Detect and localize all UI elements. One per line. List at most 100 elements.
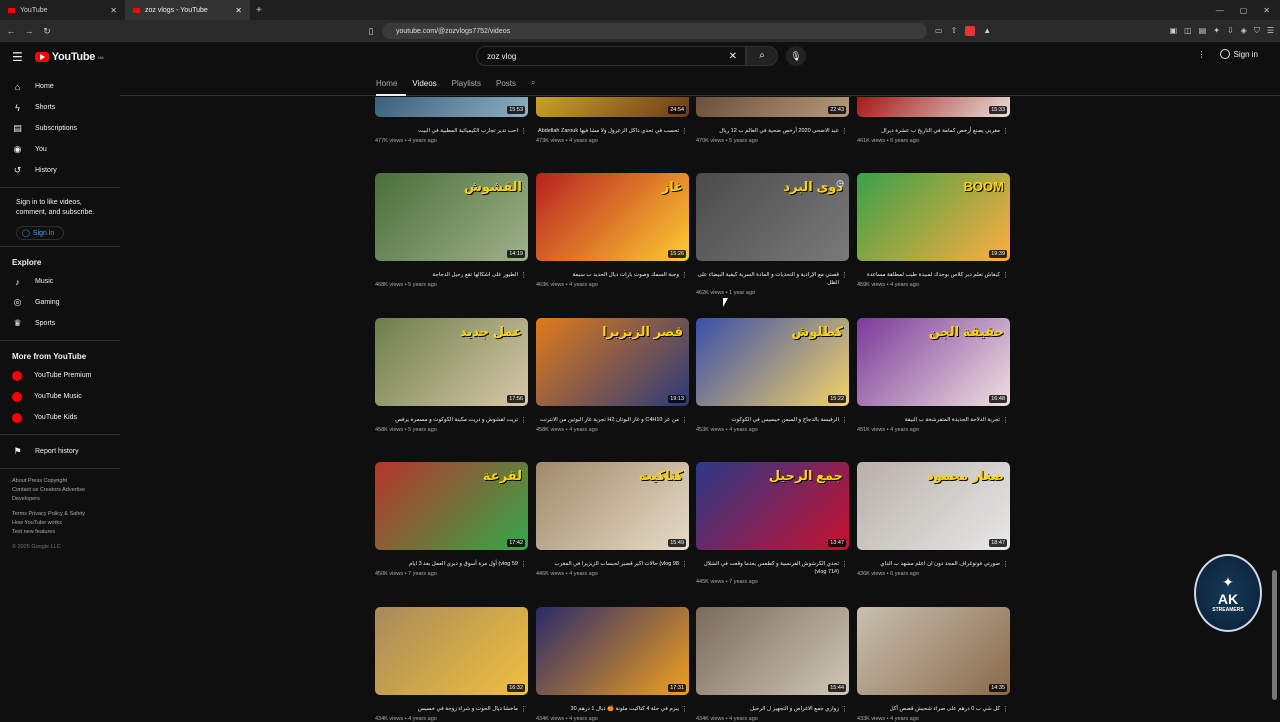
video-thumbnail[interactable]: القشوش 14:19 <box>375 173 528 261</box>
video-thumbnail[interactable]: لقرعة 17:42 <box>375 462 528 550</box>
video-thumbnail[interactable]: جمع الرحيل 13:47 <box>696 462 849 550</box>
video-title[interactable]: تحسب في تحدي داكل الزعرول ولا مشا فيها A… <box>536 127 689 135</box>
video-title[interactable]: تريت لقشوش و دريت مكينة الكوكوت و مسمرة … <box>375 416 528 424</box>
screen-icon[interactable]: ▭ <box>935 26 943 36</box>
video-thumbnail[interactable]: 16:32 <box>375 607 528 695</box>
watch-later-icon[interactable]: ◷ <box>834 177 846 190</box>
video-title[interactable]: مغربي يصنع أرخص كمامة في التاريخ ب عشرة … <box>857 127 1010 135</box>
video-card[interactable]: BOOM 19:39 كيفاش تعلم دير كلاس بوحدك لمبيد… <box>857 173 1010 288</box>
more-actions-icon[interactable]: ⋮ <box>841 127 848 135</box>
more-actions-icon[interactable]: ⋮ <box>520 560 527 568</box>
video-title[interactable]: صورتي فوتوغراف المجد دون ان اعلم مشهد ب … <box>857 560 1010 568</box>
video-card[interactable]: لقرعة 17:42 vlog 59) أول مرة أسوق و ديري ا… <box>375 462 528 577</box>
more-actions-icon[interactable]: ⋮ <box>841 271 848 279</box>
sidebar-sign-in-button[interactable]: ◯ Sign in <box>16 226 64 240</box>
sidebar-item-kids[interactable]: YouTube Kids <box>0 407 120 428</box>
forward-icon[interactable]: → <box>22 26 36 36</box>
video-title[interactable]: vlog 98) حالات اكبر قصير لحبساب الزيزيرا… <box>536 560 689 568</box>
sidebar-item-music-app[interactable]: YouTube Music <box>0 386 120 407</box>
video-card[interactable]: 16:32 ماخشا ديال الحوت و شراء زوجة في خسي… <box>375 607 528 722</box>
video-thumbnail[interactable]: كطلوش 15:22 <box>696 318 849 406</box>
video-card[interactable]: صغار محمود 18:47 صورتي فوتوغراف المجد دون … <box>857 462 1010 577</box>
alert-icon[interactable]: ▲ <box>983 26 991 36</box>
sidebar-item-music[interactable]: ♪ Music <box>0 271 120 292</box>
wallet-icon[interactable]: ▤ <box>1199 26 1207 36</box>
video-thumbnail[interactable]: 24:54 <box>536 97 689 117</box>
video-title[interactable]: vlog 59) أول مرة أسوق و ديري العمل بعد 3… <box>375 560 528 568</box>
video-card[interactable]: 15:44 زواري جمع الاغراض و التجهيز ل الرحي… <box>696 607 849 722</box>
footer-line[interactable]: Contact us Creators Advertise <box>12 486 108 495</box>
more-actions-icon[interactable]: ⋮ <box>681 271 688 279</box>
footer-line[interactable]: About Press Copyright <box>12 477 108 486</box>
footer-line[interactable]: Developers <box>12 495 108 504</box>
video-card[interactable]: 17:31 يبرم في حلة 4 كتاكيت ملونة 🍊 ديال 1… <box>536 607 689 722</box>
video-thumbnail[interactable]: 14:35 <box>857 607 1010 695</box>
video-thumbnail[interactable]: كتاكيت 15:49 <box>536 462 689 550</box>
video-card[interactable]: عمل جديد 17:56 تريت لقشوش و دريت مكينة الك… <box>375 318 528 433</box>
video-thumbnail[interactable]: قصر الزيزيرا 19:13 <box>536 318 689 406</box>
more-actions-icon[interactable]: ⋮ <box>681 560 688 568</box>
download-icon[interactable]: ⇩ <box>1227 26 1234 36</box>
video-thumbnail[interactable]: 17:31 <box>536 607 689 695</box>
video-card[interactable]: 15:53 احب تدير تجارب الكيميائية المطبية ف… <box>375 97 528 144</box>
bookmark-icon[interactable]: ▯ <box>364 26 378 37</box>
video-card[interactable]: 15:33 مغربي يصنع أرخص كمامة في التاريخ ب … <box>857 97 1010 144</box>
sidebar-item-report[interactable]: ⚑ Report history <box>0 441 120 462</box>
tab-home[interactable]: Home <box>376 79 397 88</box>
video-card[interactable]: 22:43 عيد الاضحى 2020 أرخص ضحية في العالم… <box>696 97 849 144</box>
video-title[interactable]: ماخشا ديال الحوت و شراء زوجة في خسيس <box>375 705 528 713</box>
more-actions-icon[interactable]: ⋮ <box>681 416 688 424</box>
video-thumbnail[interactable]: 15:33 <box>857 97 1010 117</box>
minimize-icon[interactable]: — <box>1216 6 1224 15</box>
video-title[interactable]: تحدي الكرشوش الفرنسية و كطفس بعدما وقعت … <box>696 560 849 576</box>
video-card[interactable]: جمع الرحيل 13:47 تحدي الكرشوش الفرنسية و ك… <box>696 462 849 585</box>
video-title[interactable]: وجبة السمك وصوت بارات ديال الحديد ب سيمة <box>536 271 689 279</box>
close-icon[interactable]: ✕ <box>235 6 242 15</box>
search-input[interactable]: zoz vlog ✕ <box>476 46 746 66</box>
video-thumbnail[interactable]: عمل جديد 17:56 <box>375 318 528 406</box>
video-title[interactable]: يبرم في حلة 4 كتاكيت ملونة 🍊 ديال 1 درهم… <box>536 705 689 713</box>
video-thumbnail[interactable]: دوى البرد ◷ <box>696 173 849 261</box>
video-title[interactable]: كيفاش تعلم دير كلاس بوحدك لمبيدة طيب لمط… <box>857 271 1010 279</box>
scrollbar[interactable] <box>1272 570 1277 700</box>
video-title[interactable]: احب تدير تجارب الكيميائية المطبية في الب… <box>375 127 528 135</box>
new-tab-icon[interactable]: + <box>250 5 268 16</box>
sidebar-item-subscriptions[interactable]: ▤ Subscriptions <box>0 118 120 139</box>
more-actions-icon[interactable]: ⋮ <box>841 705 848 713</box>
more-actions-icon[interactable]: ⋮ <box>520 416 527 424</box>
video-card[interactable]: كتاكيت 15:49 vlog 98) حالات اكبر قصير لحبس… <box>536 462 689 577</box>
cast-icon[interactable]: ▣ <box>1170 26 1178 36</box>
sidebar-item-sports[interactable]: ♛ Sports <box>0 313 120 334</box>
vpn-icon[interactable]: ◈ <box>1241 26 1247 36</box>
sidebar-icon[interactable]: ◫ <box>1184 26 1192 36</box>
more-actions-icon[interactable]: ⋮ <box>520 271 527 279</box>
video-card[interactable]: حقيقة الجن 16:48 تجربة الدلاحة الجديدة الم… <box>857 318 1010 433</box>
more-options-icon[interactable]: ⋮ <box>1198 50 1206 59</box>
video-thumbnail[interactable]: 15:53 <box>375 97 528 117</box>
more-actions-icon[interactable]: ⋮ <box>520 127 527 135</box>
tab-posts[interactable]: Posts <box>496 79 516 88</box>
video-title[interactable]: من عر C4H10 و غاز البوتان H2 تجربة غاز ا… <box>536 416 689 424</box>
more-actions-icon[interactable]: ⋮ <box>1002 127 1009 135</box>
channel-search-icon[interactable]: ⌕ <box>531 78 535 88</box>
sidebar-item-shorts[interactable]: ϟ Shorts <box>0 97 120 118</box>
hamburger-menu-icon[interactable]: ☰ <box>12 50 23 64</box>
more-actions-icon[interactable]: ⋮ <box>841 416 848 424</box>
more-actions-icon[interactable]: ⋮ <box>681 127 688 135</box>
video-title[interactable]: عيد الاضحى 2020 أرخص ضحية في العالم ب 12… <box>696 127 849 135</box>
video-card[interactable]: القشوش 14:19 الطيور على اشكالها تقع رحيل ا… <box>375 173 528 288</box>
youtube-logo[interactable]: YouTube MA <box>34 51 104 63</box>
sidebar-item-home[interactable]: ⌂ Home <box>0 76 120 97</box>
sidebar-item-premium[interactable]: YouTube Premium <box>0 365 120 386</box>
reload-icon[interactable]: ↻ <box>40 26 54 37</box>
video-card[interactable]: دوى البرد ◷ قصتي مع الإرادية و التحديات و … <box>696 173 849 296</box>
video-thumbnail[interactable]: 15:44 <box>696 607 849 695</box>
voice-search-button[interactable]: 🎙 <box>786 46 806 66</box>
extension-icon[interactable] <box>965 26 976 36</box>
footer-line[interactable]: Test new features <box>12 528 108 537</box>
more-actions-icon[interactable]: ⋮ <box>1002 705 1009 713</box>
more-actions-icon[interactable]: ⋮ <box>1002 560 1009 568</box>
sidebar-item-gaming[interactable]: ◎ Gaming <box>0 292 120 313</box>
header-sign-in-button[interactable]: Sign in <box>1219 49 1258 59</box>
more-actions-icon[interactable]: ⋮ <box>1002 271 1009 279</box>
